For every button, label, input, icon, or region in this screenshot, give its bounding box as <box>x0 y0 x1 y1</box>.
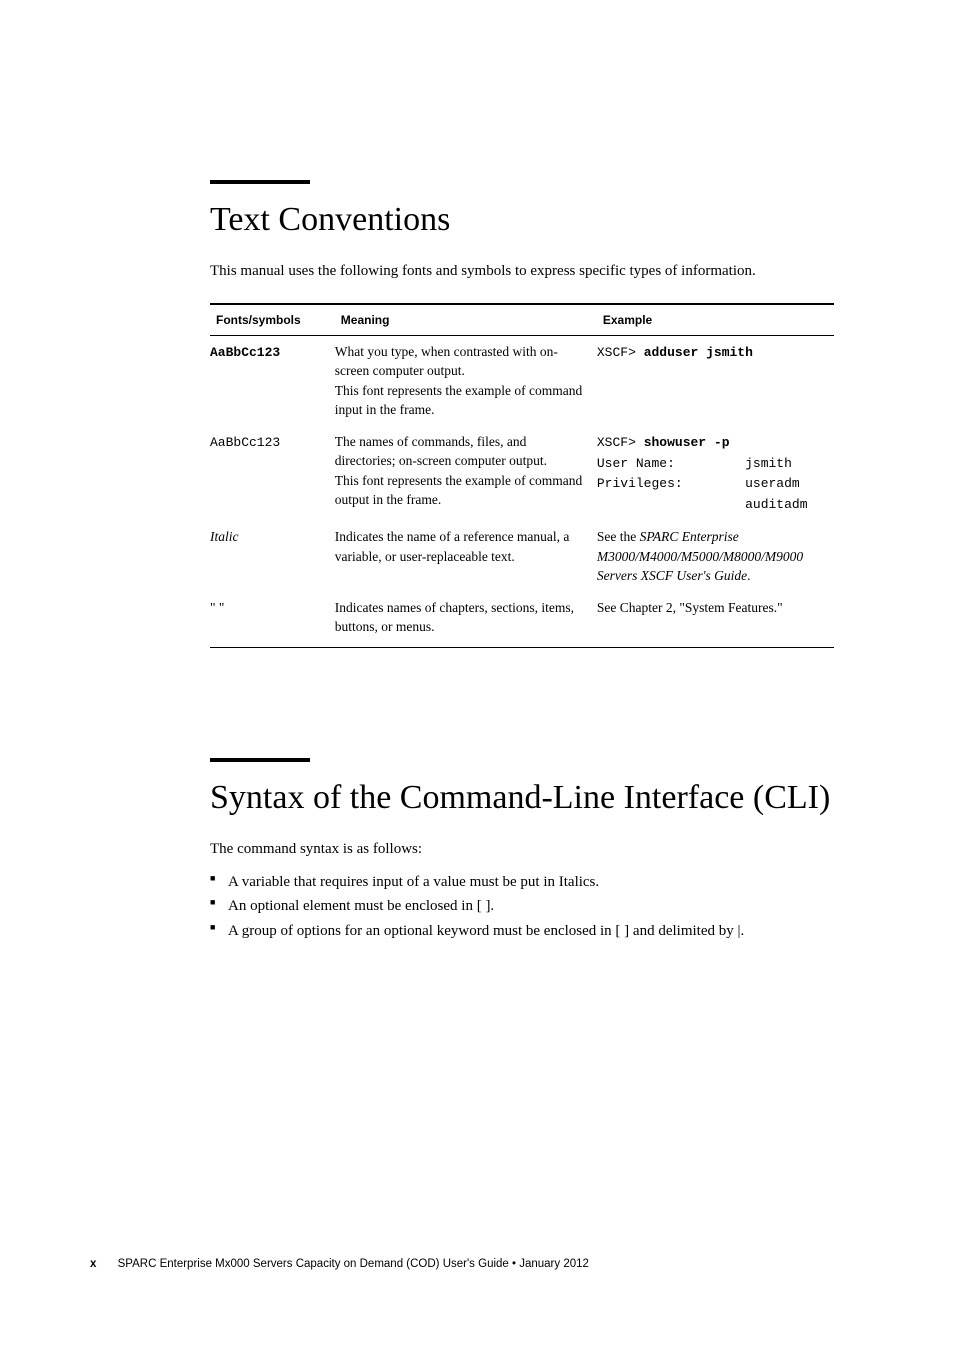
cli-syntax-list: A variable that requires input of a valu… <box>210 871 834 943</box>
text-conventions-table: Fonts/symbols Meaning Example AaBbCc123 … <box>210 303 834 648</box>
page-number: x <box>90 1258 96 1270</box>
heading-cli-syntax: Syntax of the Command-Line Interface (CL… <box>210 778 834 819</box>
list-item: A variable that requires input of a valu… <box>210 871 834 894</box>
table-row: Italic Indicates the name of a reference… <box>210 521 834 592</box>
intro-cli-syntax: The command syntax is as follows: <box>210 839 834 861</box>
page-footer: x SPARC Enterprise Mx000 Servers Capacit… <box>90 1258 589 1270</box>
cell-example: XSCF> showuser -pUser Name: jsmithPrivil… <box>597 426 834 521</box>
table-row: AaBbCc123 What you type, when contrasted… <box>210 335 834 426</box>
cell-meaning: Indicates the name of a reference manual… <box>335 521 597 592</box>
cell-example: XSCF> adduser jsmith <box>597 335 834 426</box>
cell-font: AaBbCc123 <box>210 426 335 521</box>
footer-text: SPARC Enterprise Mx000 Servers Capacity … <box>118 1258 589 1270</box>
cell-font: AaBbCc123 <box>210 335 335 426</box>
cell-font: " " <box>210 592 335 648</box>
cell-meaning: The names of commands, files, and direct… <box>335 426 597 521</box>
list-item: An optional element must be enclosed in … <box>210 895 834 918</box>
table-header-meaning: Meaning <box>335 304 597 336</box>
section-rule <box>210 180 310 184</box>
table-header-row: Fonts/symbols Meaning Example <box>210 304 834 336</box>
table-header-example: Example <box>597 304 834 336</box>
intro-text-conventions: This manual uses the following fonts and… <box>210 261 834 283</box>
cell-example: See Chapter 2, "System Features." <box>597 592 834 648</box>
cell-meaning: What you type, when contrasted with on-s… <box>335 335 597 426</box>
cell-meaning: Indicates names of chapters, sections, i… <box>335 592 597 648</box>
table-header-fonts: Fonts/symbols <box>210 304 335 336</box>
table-row: AaBbCc123 The names of commands, files, … <box>210 426 834 521</box>
section-rule <box>210 758 310 762</box>
cell-font: Italic <box>210 521 335 592</box>
heading-text-conventions: Text Conventions <box>210 200 834 241</box>
table-row: " " Indicates names of chapters, section… <box>210 592 834 648</box>
cell-example: See the SPARC Enterprise M3000/M4000/M50… <box>597 521 834 592</box>
list-item: A group of options for an optional keywo… <box>210 920 834 943</box>
